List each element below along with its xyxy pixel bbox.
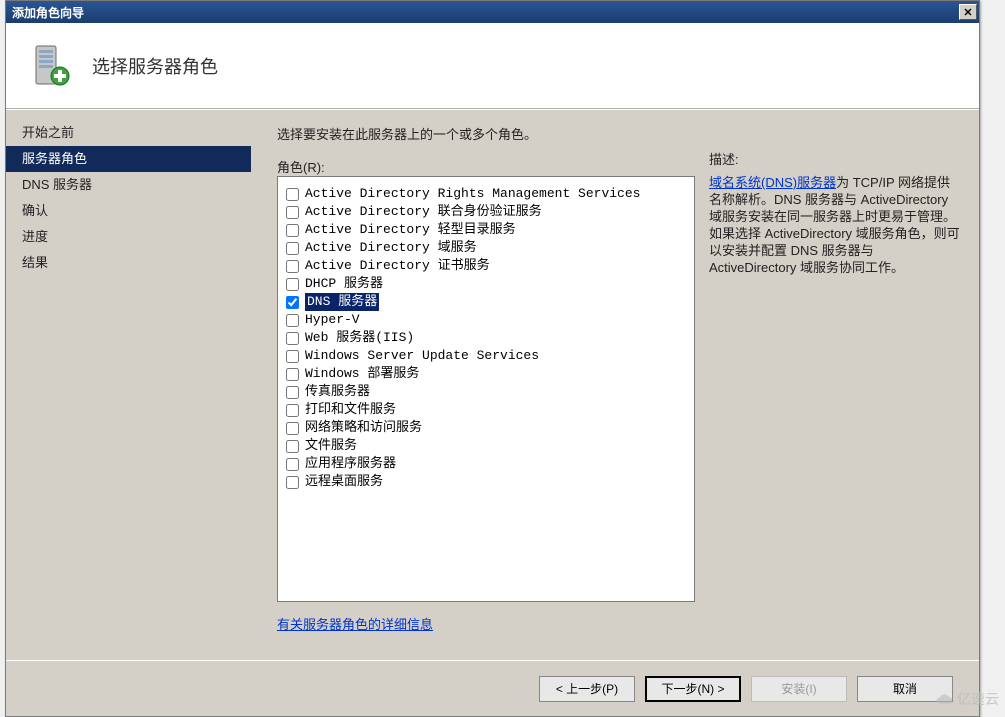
role-row[interactable]: Windows 部署服务 bbox=[286, 365, 686, 383]
description-text: 域名系统(DNS)服务器为 TCP/IP 网络提供名称解析。DNS 服务器与 A… bbox=[709, 174, 961, 276]
role-checkbox[interactable] bbox=[286, 476, 299, 489]
role-row[interactable]: DHCP 服务器 bbox=[286, 275, 686, 293]
role-row[interactable]: Active Directory Rights Management Servi… bbox=[286, 185, 686, 203]
role-checkbox[interactable] bbox=[286, 404, 299, 417]
role-checkbox[interactable] bbox=[286, 332, 299, 345]
role-label: Windows Server Update Services bbox=[305, 347, 539, 365]
role-label: Active Directory Rights Management Servi… bbox=[305, 185, 640, 203]
role-row[interactable]: Hyper-V bbox=[286, 311, 686, 329]
server-role-icon bbox=[26, 42, 74, 90]
role-row[interactable]: Active Directory 证书服务 bbox=[286, 257, 686, 275]
role-label: Active Directory 证书服务 bbox=[305, 257, 490, 275]
role-checkbox[interactable] bbox=[286, 314, 299, 327]
role-checkbox[interactable] bbox=[286, 188, 299, 201]
role-checkbox[interactable] bbox=[286, 260, 299, 273]
role-row[interactable]: Active Directory 域服务 bbox=[286, 239, 686, 257]
watermark: 亿速云 bbox=[935, 689, 999, 709]
role-checkbox[interactable] bbox=[286, 350, 299, 363]
button-bar: < 上一步(P) 下一步(N) > 安装(I) 取消 bbox=[6, 660, 979, 716]
wizard-body: 开始之前 服务器角色 DNS 服务器 确认 进度 结果 选择要安装在此服务器上的… bbox=[6, 109, 979, 660]
description-column: 描述: 域名系统(DNS)服务器为 TCP/IP 网络提供名称解析。DNS 服务… bbox=[709, 149, 961, 276]
role-row[interactable]: 网络策略和访问服务 bbox=[286, 419, 686, 437]
roles-column: 角色(R): Active Directory Rights Managemen… bbox=[277, 149, 695, 633]
titlebar: 添加角色向导 ✕ bbox=[6, 1, 979, 23]
sidebar-item-dns[interactable]: DNS 服务器 bbox=[6, 172, 251, 198]
window-title: 添加角色向导 bbox=[12, 4, 959, 21]
role-checkbox[interactable] bbox=[286, 224, 299, 237]
header-band: 选择服务器角色 bbox=[6, 23, 979, 109]
main-panel: 选择要安装在此服务器上的一个或多个角色。 角色(R): Active Direc… bbox=[251, 110, 979, 660]
role-label: Windows 部署服务 bbox=[305, 365, 419, 383]
sidebar: 开始之前 服务器角色 DNS 服务器 确认 进度 结果 bbox=[6, 110, 251, 660]
instruction-text: 选择要安装在此服务器上的一个或多个角色。 bbox=[277, 124, 961, 143]
role-label: 打印和文件服务 bbox=[305, 401, 396, 419]
role-checkbox[interactable] bbox=[286, 296, 299, 309]
role-label: Hyper-V bbox=[305, 311, 360, 329]
columns: 角色(R): Active Directory Rights Managemen… bbox=[277, 149, 961, 633]
page-title: 选择服务器角色 bbox=[92, 53, 218, 79]
role-checkbox[interactable] bbox=[286, 206, 299, 219]
role-checkbox[interactable] bbox=[286, 368, 299, 381]
role-label: 远程桌面服务 bbox=[305, 473, 383, 491]
role-label: 网络策略和访问服务 bbox=[305, 419, 422, 437]
role-checkbox[interactable] bbox=[286, 278, 299, 291]
role-checkbox[interactable] bbox=[286, 422, 299, 435]
roles-label: 角色(R): bbox=[277, 157, 695, 176]
wizard-window: 添加角色向导 ✕ 选择服务器角色 开始之前 服务器角色 DNS 服务器 确认 进… bbox=[5, 0, 980, 717]
sidebar-item-server-roles[interactable]: 服务器角色 bbox=[6, 146, 251, 172]
role-label: DNS 服务器 bbox=[305, 293, 379, 311]
role-row[interactable]: Active Directory 轻型目录服务 bbox=[286, 221, 686, 239]
role-row[interactable]: Windows Server Update Services bbox=[286, 347, 686, 365]
role-row[interactable]: 远程桌面服务 bbox=[286, 473, 686, 491]
back-button[interactable]: < 上一步(P) bbox=[539, 676, 635, 702]
sidebar-item-before[interactable]: 开始之前 bbox=[6, 120, 251, 146]
role-label: Active Directory 联合身份验证服务 bbox=[305, 203, 542, 221]
role-checkbox[interactable] bbox=[286, 458, 299, 471]
role-label: Active Directory 轻型目录服务 bbox=[305, 221, 516, 239]
role-checkbox[interactable] bbox=[286, 440, 299, 453]
sidebar-item-progress[interactable]: 进度 bbox=[6, 224, 251, 250]
close-icon: ✕ bbox=[963, 6, 972, 19]
description-title: 描述: bbox=[709, 149, 961, 168]
role-row[interactable]: Web 服务器(IIS) bbox=[286, 329, 686, 347]
role-label: 传真服务器 bbox=[305, 383, 370, 401]
more-info-link[interactable]: 有关服务器角色的详细信息 bbox=[277, 614, 433, 633]
role-checkbox[interactable] bbox=[286, 386, 299, 399]
role-label: Active Directory 域服务 bbox=[305, 239, 477, 257]
role-label: 应用程序服务器 bbox=[305, 455, 396, 473]
role-row[interactable]: DNS 服务器 bbox=[286, 293, 686, 311]
next-button[interactable]: 下一步(N) > bbox=[645, 676, 741, 702]
role-row[interactable]: 传真服务器 bbox=[286, 383, 686, 401]
role-row[interactable]: 打印和文件服务 bbox=[286, 401, 686, 419]
install-button: 安装(I) bbox=[751, 676, 847, 702]
role-label: 文件服务 bbox=[305, 437, 357, 455]
roles-listbox[interactable]: Active Directory Rights Management Servi… bbox=[277, 176, 695, 602]
sidebar-item-confirm[interactable]: 确认 bbox=[6, 198, 251, 224]
sidebar-item-results[interactable]: 结果 bbox=[6, 250, 251, 276]
role-row[interactable]: 文件服务 bbox=[286, 437, 686, 455]
description-body: 为 TCP/IP 网络提供名称解析。DNS 服务器与 ActiveDirecto… bbox=[709, 175, 960, 275]
watermark-text: 亿速云 bbox=[957, 689, 999, 709]
role-checkbox[interactable] bbox=[286, 242, 299, 255]
role-label: Web 服务器(IIS) bbox=[305, 329, 414, 347]
description-link[interactable]: 域名系统(DNS)服务器 bbox=[709, 175, 836, 190]
cloud-icon bbox=[935, 690, 953, 708]
role-label: DHCP 服务器 bbox=[305, 275, 383, 293]
close-button[interactable]: ✕ bbox=[959, 4, 977, 20]
role-row[interactable]: 应用程序服务器 bbox=[286, 455, 686, 473]
role-row[interactable]: Active Directory 联合身份验证服务 bbox=[286, 203, 686, 221]
